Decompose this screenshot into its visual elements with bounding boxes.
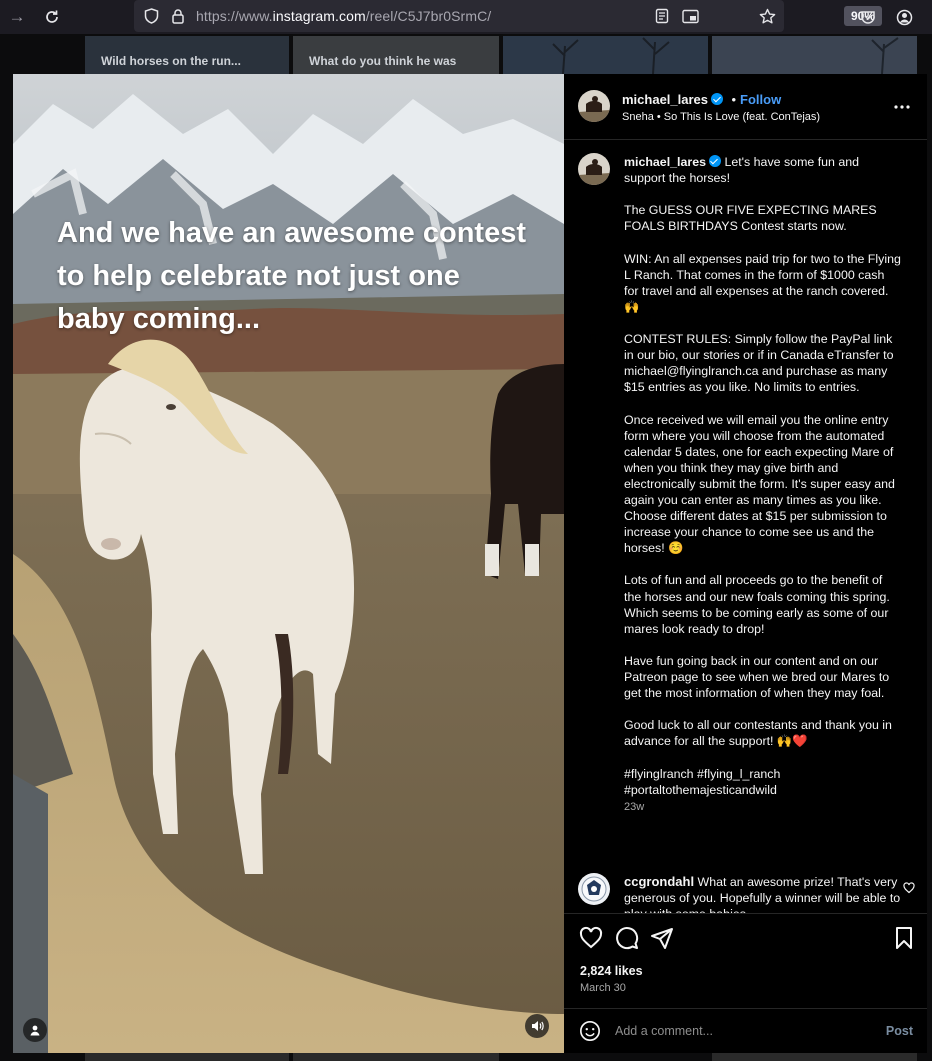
post-header: michael_lares • Follow Sneha • So This Is… (564, 74, 927, 140)
thumb-caption: What do you think he was (309, 54, 457, 68)
likes-count[interactable]: 2,824 likes (580, 964, 643, 978)
pocket-icon[interactable] (857, 6, 879, 28)
avatar[interactable] (578, 90, 610, 122)
background-reel-thumb[interactable] (293, 1053, 499, 1061)
post-date[interactable]: March 30 (580, 982, 626, 994)
background-reel-thumb[interactable]: Wild horses on the run... (85, 36, 289, 74)
reel-video[interactable]: And we have an awesome contest to help c… (13, 74, 564, 1053)
avatar[interactable] (578, 153, 610, 185)
url-path: /reel/C5J7br0SrmC/ (365, 8, 492, 24)
background-reel-thumb[interactable] (712, 1053, 917, 1061)
caption-username[interactable]: michael_lares (624, 155, 706, 169)
post-comment-button[interactable]: Post (886, 1024, 913, 1038)
post-panel: michael_lares • Follow Sneha • So This Is… (564, 74, 927, 1053)
caption-timestamp[interactable]: 23w (624, 801, 644, 813)
author-line: michael_lares • Follow (622, 91, 781, 109)
account-icon[interactable] (893, 6, 915, 28)
reload-icon[interactable] (41, 6, 63, 28)
star-icon[interactable] (758, 7, 776, 25)
background-reel-thumb[interactable] (503, 36, 708, 74)
url-bar[interactable]: https://www.instagram.com/reel/C5J7br0Sr… (134, 0, 882, 32)
bookmark-icon[interactable] (892, 926, 916, 950)
background-reel-thumb[interactable] (85, 1053, 289, 1061)
picture-in-picture-icon[interactable] (681, 7, 699, 25)
share-icon[interactable] (650, 926, 674, 950)
verified-badge-icon (708, 155, 721, 167)
comment-input[interactable]: Add a comment... (615, 1024, 713, 1038)
url-prefix: https://www. (196, 8, 273, 24)
comment-like-heart-icon[interactable] (903, 881, 915, 894)
background-reel-thumb[interactable] (712, 36, 917, 74)
follow-button[interactable]: Follow (740, 92, 781, 107)
video-overlay-text: And we have an awesome contest to help c… (57, 217, 526, 335)
heart-icon[interactable] (579, 926, 603, 950)
browser-toolbar: → https://www.instagram.com/reel/C5J7br0… (0, 0, 932, 34)
comment-username[interactable]: ccgrondahl (624, 874, 694, 889)
verified-badge-icon (711, 93, 724, 105)
url-text[interactable]: https://www.instagram.com/reel/C5J7br0Sr… (196, 8, 491, 24)
emoji-icon[interactable] (579, 1020, 601, 1042)
post-caption: michael_lares Let's have some fun and su… (624, 154, 902, 815)
caption-text: Let's have some fun and support the hors… (624, 155, 901, 797)
more-options-icon[interactable] (893, 98, 911, 116)
arrow-right-icon[interactable]: → (6, 6, 28, 28)
separator-dot: • (731, 92, 737, 107)
user-tag-icon[interactable] (23, 1018, 47, 1042)
background-reel-thumb[interactable]: What do you think he was (293, 36, 499, 74)
reader-view-icon[interactable] (653, 7, 671, 25)
avatar[interactable] (578, 873, 610, 905)
audio-track[interactable]: Sneha • So This Is Love (feat. ConTejas) (622, 111, 820, 123)
thumb-caption: Wild horses on the run... (101, 54, 241, 68)
author-username[interactable]: michael_lares (622, 92, 708, 107)
url-domain: instagram.com (272, 8, 366, 24)
action-bar: 2,824 likes March 30 Add a comment... Po… (564, 913, 927, 1053)
shield-icon[interactable] (142, 7, 160, 25)
add-comment-bar: Add a comment... Post (564, 1008, 927, 1054)
comment-icon[interactable] (615, 926, 639, 950)
speaker-icon[interactable] (525, 1014, 549, 1038)
lock-icon[interactable] (169, 7, 187, 25)
